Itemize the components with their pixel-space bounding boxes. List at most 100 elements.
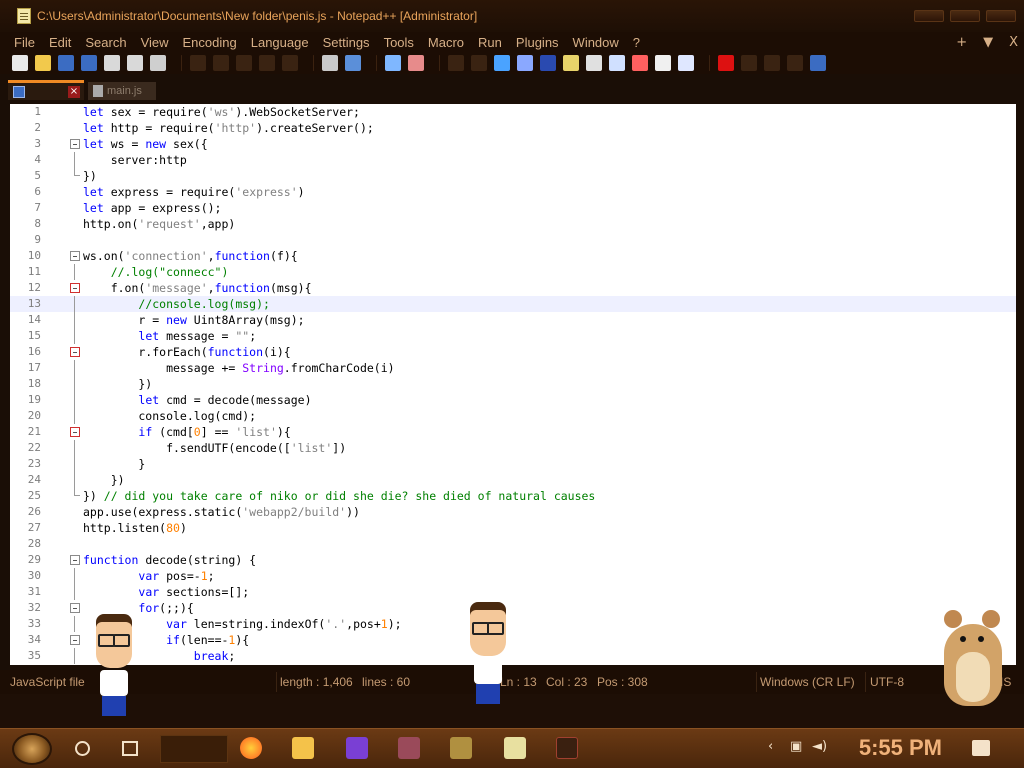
code-line[interactable]: 3 let ws = new sex({ <box>10 136 1016 152</box>
redo-icon[interactable] <box>282 55 298 71</box>
menu-plugins[interactable]: Plugins <box>516 35 559 50</box>
code-line[interactable]: 8 http.on('request',app) <box>10 216 1016 232</box>
notepad-plus-plus-icon[interactable] <box>504 737 526 759</box>
media-player-icon[interactable] <box>556 737 578 759</box>
code-line[interactable]: 14 r = new Uint8Array(msg); <box>10 312 1016 328</box>
close-all-icon[interactable] <box>127 55 143 71</box>
code-line[interactable]: 21 if (cmd[0] == 'list'){ <box>10 424 1016 440</box>
code-line[interactable]: 11 //.log("connecc") <box>10 264 1016 280</box>
close-button[interactable] <box>986 10 1016 22</box>
code-line[interactable]: 26 app.use(express.static('webapp2/build'… <box>10 504 1016 520</box>
menu-search[interactable]: Search <box>85 35 126 50</box>
code-line[interactable]: 13 //console.log(msg); <box>10 296 1016 312</box>
firefox-icon[interactable] <box>240 737 262 759</box>
new-file-icon[interactable] <box>12 55 28 71</box>
udl-icon[interactable] <box>563 55 579 71</box>
fold-toggle-icon[interactable] <box>70 251 80 261</box>
tab-main-js[interactable]: main.js <box>88 82 156 100</box>
code-line[interactable]: 18 }) <box>10 376 1016 392</box>
sync-v-icon[interactable] <box>448 55 464 71</box>
doc-map-icon[interactable] <box>586 55 602 71</box>
monitoring-icon[interactable] <box>678 55 694 71</box>
fold-toggle-icon[interactable] <box>70 635 80 645</box>
taskbar-clock[interactable]: 5:55 PM <box>859 735 942 761</box>
taskbar-search-box[interactable] <box>160 735 228 763</box>
code-line[interactable]: 2 let http = require('http').createServer… <box>10 120 1016 136</box>
code-line[interactable]: 30 var pos=-1; <box>10 568 1016 584</box>
cortana-icon[interactable] <box>75 741 90 756</box>
play-multiple-icon[interactable] <box>787 55 803 71</box>
code-line[interactable]: 33 var len=string.indexOf('.',pos+1); <box>10 616 1016 632</box>
stop-macro-icon[interactable] <box>741 55 757 71</box>
hank-character-left[interactable] <box>92 614 138 726</box>
fold-toggle-icon[interactable] <box>70 603 80 613</box>
function-list-icon[interactable] <box>632 55 648 71</box>
show-all-chars-icon[interactable] <box>517 55 533 71</box>
record-macro-icon[interactable] <box>718 55 734 71</box>
print-icon[interactable] <box>150 55 166 71</box>
code-line[interactable]: 23 } <box>10 456 1016 472</box>
tab-close-icon[interactable]: × <box>68 85 80 98</box>
doc-list-icon[interactable] <box>609 55 625 71</box>
zoom-out-icon[interactable] <box>408 55 424 71</box>
code-line[interactable]: 22 f.sendUTF(encode(['list']) <box>10 440 1016 456</box>
menu-view[interactable]: View <box>141 35 169 50</box>
save-macro-icon[interactable] <box>810 55 826 71</box>
code-line[interactable]: 17 message += String.fromCharCode(i) <box>10 360 1016 376</box>
code-line[interactable]: 32 for(;;){ <box>10 600 1016 616</box>
close-file-icon[interactable] <box>104 55 120 71</box>
game-app-icon[interactable] <box>398 737 420 759</box>
file-explorer-icon[interactable] <box>292 737 314 759</box>
open-file-icon[interactable] <box>35 55 51 71</box>
save-icon[interactable] <box>58 55 74 71</box>
menu-tools[interactable]: Tools <box>384 35 414 50</box>
play-macro-icon[interactable] <box>764 55 780 71</box>
notepad-icon[interactable] <box>17 8 31 24</box>
code-line[interactable]: 6 let express = require('express') <box>10 184 1016 200</box>
fold-toggle-icon[interactable] <box>70 347 80 357</box>
find-icon[interactable] <box>322 55 338 71</box>
cut-icon[interactable] <box>190 55 206 71</box>
replace-icon[interactable] <box>345 55 361 71</box>
menu-language[interactable]: Language <box>251 35 309 50</box>
menu-window[interactable]: Window <box>573 35 619 50</box>
status-eol[interactable]: Windows (CR LF) <box>760 675 855 689</box>
code-line[interactable]: 15 let message = ""; <box>10 328 1016 344</box>
fold-toggle-icon[interactable] <box>70 427 80 437</box>
menu-help[interactable]: ? <box>633 35 640 50</box>
menu-edit[interactable]: Edit <box>49 35 71 50</box>
code-line[interactable]: 16 r.forEach(function(i){ <box>10 344 1016 360</box>
tab-list-button[interactable]: ▼ <box>983 35 993 50</box>
code-line[interactable]: 7 let app = express(); <box>10 200 1016 216</box>
network-icon[interactable]: ▣ <box>790 739 802 754</box>
sync-h-icon[interactable] <box>471 55 487 71</box>
code-editor[interactable]: 1 let sex = require('ws').WebSocketServer… <box>10 104 1016 665</box>
code-line[interactable]: 27 http.listen(80) <box>10 520 1016 536</box>
tray-chevron-icon[interactable]: ‹ <box>768 739 773 754</box>
visual-studio-icon[interactable] <box>346 737 368 759</box>
code-line[interactable]: 24 }) <box>10 472 1016 488</box>
undo-icon[interactable] <box>259 55 275 71</box>
code-line[interactable]: 19 let cmd = decode(message) <box>10 392 1016 408</box>
code-line[interactable]: 20 console.log(cmd); <box>10 408 1016 424</box>
code-line[interactable]: 4 server:http <box>10 152 1016 168</box>
close-tab-button[interactable]: X <box>1009 35 1018 50</box>
hank-character-right[interactable] <box>466 602 512 724</box>
code-line[interactable]: 25}) // did you take care of niko or did… <box>10 488 1016 504</box>
folder-as-workspace-icon[interactable] <box>655 55 671 71</box>
maximize-button[interactable] <box>950 10 980 22</box>
tab-penis-js[interactable]: × <box>8 80 84 100</box>
code-line[interactable]: 34 if(len==-1){ <box>10 632 1016 648</box>
code-line[interactable]: 5}) <box>10 168 1016 184</box>
code-line[interactable]: 29 function decode(string) { <box>10 552 1016 568</box>
zoom-in-icon[interactable] <box>385 55 401 71</box>
menu-encoding[interactable]: Encoding <box>183 35 237 50</box>
paste-icon[interactable] <box>236 55 252 71</box>
indent-guide-icon[interactable] <box>540 55 556 71</box>
status-encoding[interactable]: UTF-8 <box>870 675 904 689</box>
code-line[interactable]: 10 ws.on('connection',function(f){ <box>10 248 1016 264</box>
new-tab-button[interactable]: + <box>956 35 967 50</box>
save-all-icon[interactable] <box>81 55 97 71</box>
task-view-icon[interactable] <box>122 741 138 756</box>
code-line[interactable]: 9 <box>10 232 1016 248</box>
